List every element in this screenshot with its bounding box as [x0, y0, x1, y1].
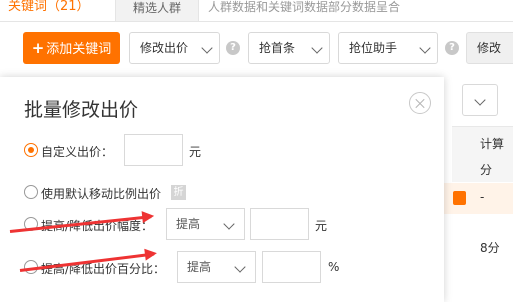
- add-keyword-label: 添加关键词: [46, 42, 112, 57]
- modify-bid-dropdown[interactable]: 修改出价: [129, 32, 220, 64]
- close-icon[interactable]: [409, 92, 431, 114]
- bid-amount-direction-select[interactable]: 提高: [166, 208, 245, 240]
- chevron-down-icon: [474, 94, 486, 106]
- chevron-down-icon: [419, 42, 431, 54]
- grab-first-label: 抢首条: [259, 41, 296, 55]
- chevron-down-icon: [223, 218, 235, 230]
- tab-bar: 关键词（21） 精选人群 人群数据和关键词数据部分数据呈合: [0, 0, 513, 22]
- tab-note-text: 人群数据和关键词数据部分数据呈合: [208, 0, 401, 14]
- custom-bid-input[interactable]: [124, 134, 183, 166]
- custom-bid-radio[interactable]: [24, 143, 38, 157]
- chart-icon[interactable]: [453, 191, 466, 205]
- toolbar: + 添加关键词 修改出价 ? 抢首条 抢位助手 ? 修改: [0, 32, 513, 66]
- tab-keywords[interactable]: 关键词（21）: [0, 0, 98, 22]
- help-icon[interactable]: ?: [445, 41, 459, 55]
- unit-label: 元: [315, 219, 328, 233]
- grab-assist-dropdown[interactable]: 抢位助手: [338, 32, 438, 64]
- column-header-line2: 分: [480, 163, 493, 177]
- add-keyword-button[interactable]: + 添加关键词: [23, 32, 120, 64]
- chevron-down-icon: [234, 261, 246, 273]
- grab-assist-label: 抢位助手: [349, 41, 398, 55]
- chevron-down-icon: [201, 42, 213, 54]
- default-mobile-ratio-label: 使用默认移动比例出价: [41, 187, 162, 201]
- bid-percent-input[interactable]: [262, 251, 321, 283]
- chevron-down-icon: [311, 42, 323, 54]
- batch-modify-bid-dialog: 批量修改出价 自定义出价： 元 使用默认移动比例出价 折 提高/降低出价幅度： …: [0, 77, 444, 302]
- dialog-title: 批量修改出价: [24, 99, 139, 121]
- modify-bid-label: 修改出价: [140, 41, 189, 55]
- table-row: -: [442, 183, 513, 214]
- select-value: 提高: [176, 217, 201, 231]
- bid-amount-input[interactable]: [250, 208, 309, 240]
- default-mobile-ratio-radio[interactable]: [24, 185, 38, 199]
- discount-badge: 折: [171, 185, 186, 200]
- unit-label: 元: [189, 145, 202, 159]
- bid-percent-label: 提高/降低出价百分比：: [41, 262, 166, 276]
- custom-bid-label: 自定义出价：: [41, 145, 114, 159]
- filter-dropdown[interactable]: [462, 84, 498, 116]
- bid-percent-direction-select[interactable]: 提高: [177, 251, 256, 283]
- modify-more-label: 修改: [477, 41, 502, 55]
- help-icon[interactable]: ?: [226, 41, 240, 55]
- grab-first-dropdown[interactable]: 抢首条: [248, 32, 330, 64]
- select-value: 提高: [187, 260, 212, 274]
- column-header-line1: 计算: [480, 137, 505, 151]
- tab-selected-audience[interactable]: 精选人群: [115, 0, 199, 22]
- plus-icon: +: [31, 39, 45, 57]
- row-value: -: [480, 190, 485, 204]
- table-column-header: 计算 分: [452, 126, 513, 182]
- modify-more-button[interactable]: 修改: [466, 32, 513, 64]
- unit-label: %: [328, 260, 340, 274]
- row-value: 8分: [480, 241, 500, 255]
